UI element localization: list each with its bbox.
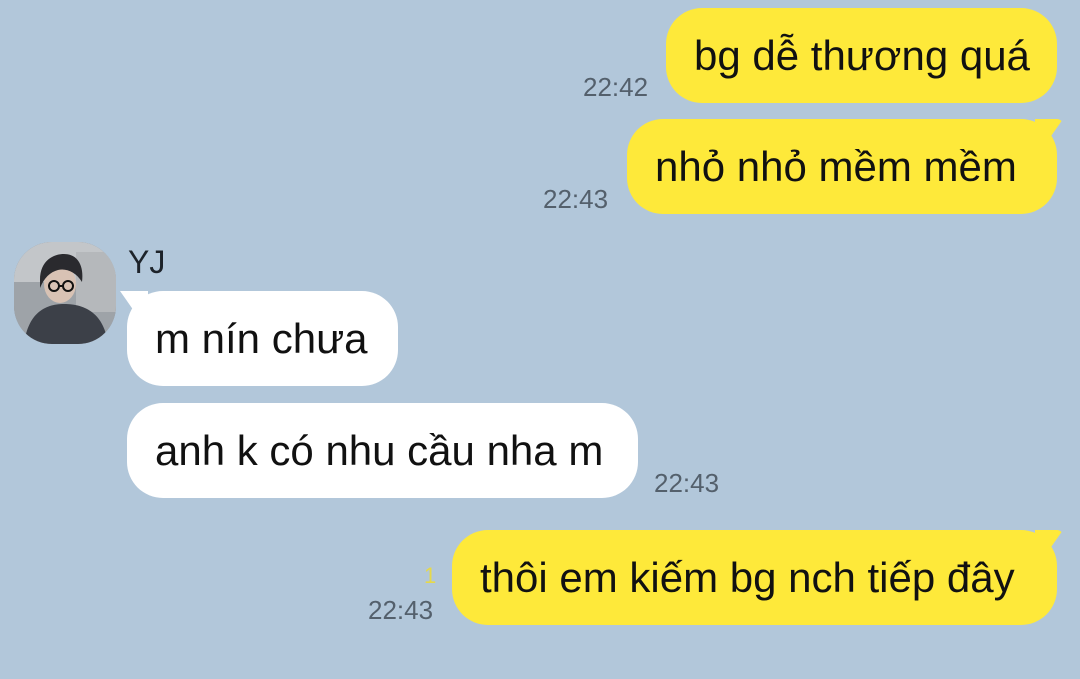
sender-name: YJ (128, 244, 166, 280)
unread-count: 1 (424, 563, 437, 588)
message-timestamp: 22:43 (368, 595, 434, 625)
message-bubble-outgoing[interactable]: thôi em kiếm bg nch tiếp đây (452, 530, 1057, 625)
chat-thread: bg dễ thương quá 22:42 nhỏ nhỏ mềm mềm 2… (0, 0, 1080, 679)
avatar-photo-icon (14, 242, 116, 344)
message-bubble-outgoing[interactable]: bg dễ thương quá (666, 8, 1057, 103)
message-timestamp: 22:43 (654, 468, 720, 498)
contact-avatar[interactable] (14, 242, 116, 344)
message-text: thôi em kiếm bg nch tiếp đây (480, 554, 1015, 601)
message-timestamp: 22:42 (583, 72, 649, 102)
message-bubble-outgoing[interactable]: nhỏ nhỏ mềm mềm (627, 119, 1057, 214)
message-text: m nín chưa (155, 315, 368, 362)
message-text: bg dễ thương quá (694, 32, 1030, 79)
message-text: anh k có nhu cầu nha m (155, 427, 604, 474)
message-bubble-incoming[interactable]: m nín chưa (127, 291, 398, 386)
message-bubble-incoming[interactable]: anh k có nhu cầu nha m (127, 403, 638, 498)
message-timestamp: 22:43 (543, 184, 609, 214)
message-text: nhỏ nhỏ mềm mềm (655, 143, 1017, 190)
